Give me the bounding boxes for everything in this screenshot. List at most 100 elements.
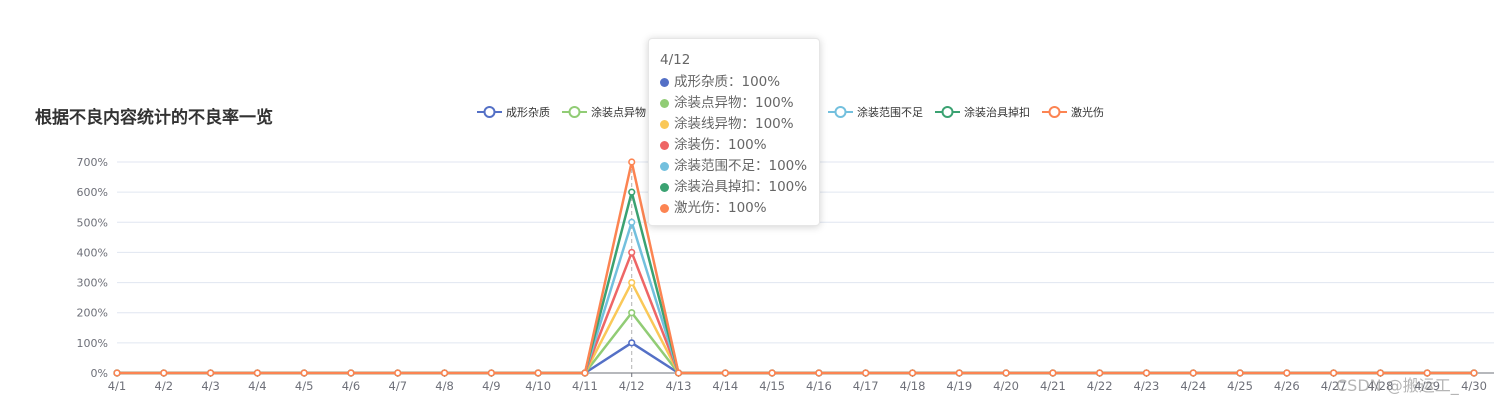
tooltip-row-text: 涂装点异物：100% [674, 95, 794, 111]
tooltip-row-text: 激光伤：100% [674, 200, 767, 216]
data-point [955, 369, 963, 377]
x-tick-label: 4/23 [1134, 379, 1160, 393]
legend-item[interactable]: 激光伤 [1042, 104, 1104, 120]
tooltip-row-text: 成形杂质：100% [674, 74, 781, 90]
x-tick-label: 4/17 [853, 379, 879, 393]
y-tick-label: 100% [77, 337, 108, 350]
x-tick-label: 4/16 [806, 379, 832, 393]
series-涂装线异物 [113, 278, 1478, 377]
legend-item[interactable]: 涂装治具掉扣 [935, 104, 1030, 120]
series-dot-icon [660, 99, 669, 108]
data-point [300, 369, 308, 377]
x-tick-label: 4/10 [525, 379, 551, 393]
series-dot-icon [660, 204, 669, 213]
data-point [347, 369, 355, 377]
x-tick-label: 4/4 [248, 379, 267, 393]
data-point [628, 309, 636, 317]
data-point [534, 369, 542, 377]
data-point [628, 248, 636, 257]
legend-label: 激光伤 [1071, 106, 1104, 119]
legend-marker-icon [935, 106, 960, 118]
data-point [487, 369, 495, 377]
x-tick-label: 4/11 [572, 379, 598, 393]
x-tick-label: 4/19 [946, 379, 972, 393]
data-point [628, 218, 636, 226]
data-point [628, 158, 636, 166]
x-tick-label: 4/13 [666, 379, 692, 393]
watermark: CSDN @搬运工_ [1336, 376, 1459, 395]
tooltip-row: 涂装线异物：100% [660, 114, 808, 135]
x-tick-label: 4/1 [108, 379, 127, 393]
x-tick-label: 4/3 [201, 379, 220, 393]
data-point [862, 369, 870, 377]
tooltip-row-text: 涂装伤：100% [674, 137, 767, 153]
x-tick-label: 4/6 [342, 379, 361, 393]
x-tick-label: 4/5 [295, 379, 314, 393]
x-tick-label: 4/15 [759, 379, 785, 393]
tooltip-row-text: 涂装治具掉扣：100% [674, 179, 808, 195]
x-tick-label: 4/25 [1227, 379, 1253, 393]
legend-marker-icon [477, 106, 502, 118]
data-point [815, 369, 823, 377]
x-tick-label: 4/7 [389, 379, 408, 393]
tooltip-row: 涂装范围不足：100% [660, 156, 808, 177]
data-point [113, 369, 121, 377]
tooltip-row: 涂装点异物：100% [660, 93, 808, 114]
chart-tooltip: 4/12 成形杂质：100% 涂装点异物：100% 涂装线异物：100% 涂装伤：10… [648, 38, 820, 226]
data-point [721, 369, 729, 377]
y-tick-label: 0% [91, 367, 108, 380]
data-point [628, 339, 636, 347]
data-point [628, 278, 636, 287]
series-line [117, 341, 1474, 375]
data-point [440, 369, 449, 377]
data-point [581, 369, 589, 377]
legend-marker-icon [1042, 106, 1067, 118]
data-point [768, 369, 776, 377]
data-point [394, 369, 402, 377]
series-dot-icon [660, 183, 669, 192]
legend-label: 涂装点异物 [591, 106, 646, 119]
x-tick-label: 4/20 [993, 379, 1019, 393]
y-tick-label: 400% [77, 246, 108, 259]
data-point [1002, 369, 1010, 377]
series-line [117, 221, 1474, 375]
data-point [1470, 369, 1478, 377]
series-dot-icon [660, 162, 669, 171]
data-point [674, 369, 683, 377]
x-tick-label: 4/14 [712, 379, 738, 393]
legend-item[interactable]: 涂装范围不足 [828, 104, 923, 120]
data-point [253, 369, 261, 377]
series-涂装范围不足 [113, 218, 1478, 377]
tooltip-row: 成形杂质：100% [660, 72, 808, 93]
legend-marker-icon [828, 106, 853, 118]
legend-label: 涂装治具掉扣 [964, 106, 1030, 119]
series-dot-icon [660, 141, 669, 150]
tooltip-row-text: 涂装范围不足：100% [674, 158, 808, 174]
data-point [1189, 369, 1197, 377]
data-point [160, 369, 168, 377]
legend-marker-icon [562, 106, 587, 118]
y-tick-label: 700% [77, 156, 108, 169]
data-point [1283, 369, 1291, 377]
series-line [117, 281, 1474, 375]
x-tick-label: 4/8 [435, 379, 454, 393]
tooltip-row: 涂装伤：100% [660, 135, 808, 156]
x-tick-label: 4/18 [900, 379, 926, 393]
x-tick-label: 4/30 [1461, 379, 1487, 393]
x-tick-label: 4/12 [619, 379, 645, 393]
x-tick-label: 4/22 [1087, 379, 1113, 393]
tooltip-rows: 成形杂质：100% 涂装点异物：100% 涂装线异物：100% 涂装伤：100% 涂装范… [660, 72, 808, 219]
legend-label: 成形杂质 [506, 106, 550, 119]
legend-item[interactable]: 成形杂质 [477, 104, 550, 120]
data-point [206, 369, 215, 377]
x-tick-label: 4/26 [1274, 379, 1300, 393]
series-dot-icon [660, 78, 669, 87]
x-tick-label: 4/21 [1040, 379, 1066, 393]
legend-item[interactable]: 涂装点异物 [562, 104, 646, 120]
data-point [1096, 369, 1104, 377]
tooltip-row: 激光伤：100% [660, 198, 808, 219]
data-point [1049, 369, 1057, 377]
tooltip-title: 4/12 [660, 52, 691, 68]
data-point [908, 369, 917, 377]
series-dot-icon [660, 120, 669, 129]
